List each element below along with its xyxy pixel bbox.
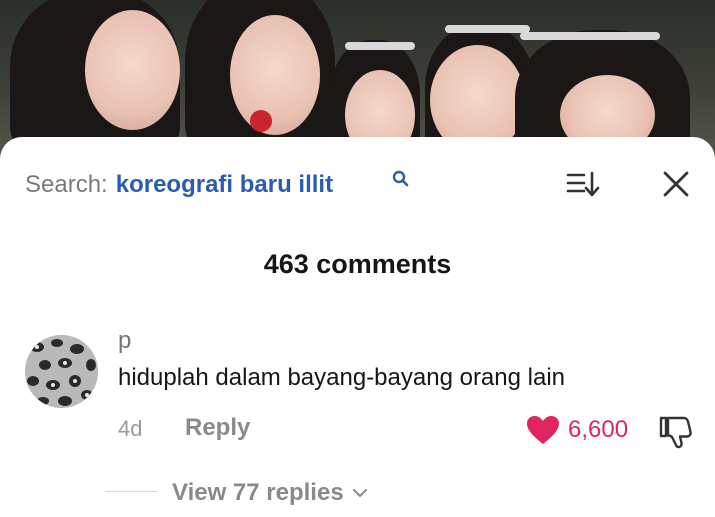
comments-count: 463 comments: [263, 249, 452, 279]
comment-age: 4d: [118, 416, 143, 441]
video-background: [0, 0, 715, 160]
search-suggestion[interactable]: Search: koreografi baru illit: [25, 171, 333, 203]
comment-username[interactable]: p: [118, 327, 131, 355]
avatar[interactable]: [25, 335, 98, 408]
strawberry: [250, 110, 272, 132]
comment-text: hiduplah dalam bayang-bayang orang lain: [118, 364, 565, 391]
view-replies-label: View 77 replies: [172, 479, 344, 506]
view-replies-button[interactable]: View 77 replies: [172, 479, 368, 507]
replies-divider: [105, 491, 157, 492]
heart-icon[interactable]: [525, 414, 561, 446]
sort-icon[interactable]: [566, 170, 600, 198]
thumbs-down-icon[interactable]: [656, 412, 694, 450]
search-label: Search:: [25, 171, 108, 198]
like-count: 6,600: [568, 416, 629, 443]
reply-button[interactable]: Reply: [185, 414, 250, 442]
search-query[interactable]: koreografi baru illit: [116, 171, 333, 199]
close-icon[interactable]: [662, 170, 690, 198]
search-icon[interactable]: [392, 170, 410, 188]
chevron-down-icon: [352, 489, 367, 497]
